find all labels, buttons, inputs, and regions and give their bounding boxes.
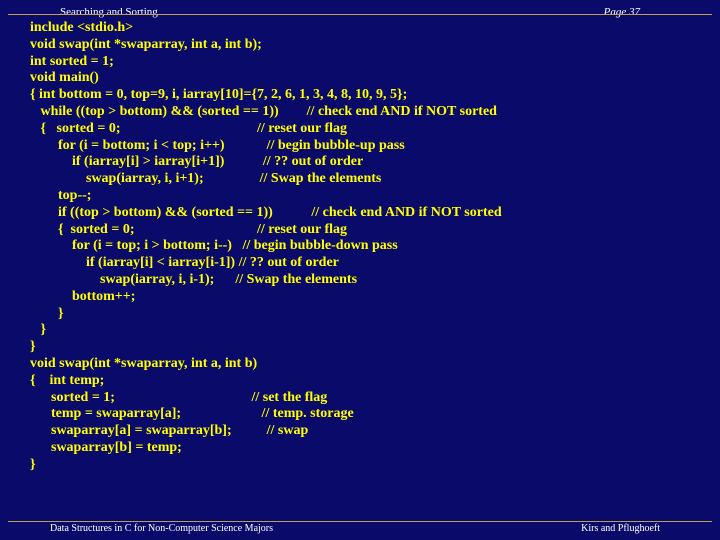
header-page: Page 37 [604, 6, 640, 18]
footer-divider [8, 521, 712, 522]
code-block: include <stdio.h> void swap(int *swaparr… [30, 20, 700, 474]
slide: Searching and Sorting Page 37 include <s… [0, 0, 720, 540]
header-divider [8, 14, 712, 15]
header-title: Searching and Sorting [60, 6, 158, 18]
footer-right: Kirs and Pflughoeft [581, 523, 660, 534]
footer-left: Data Structures in C for Non-Computer Sc… [50, 523, 273, 534]
